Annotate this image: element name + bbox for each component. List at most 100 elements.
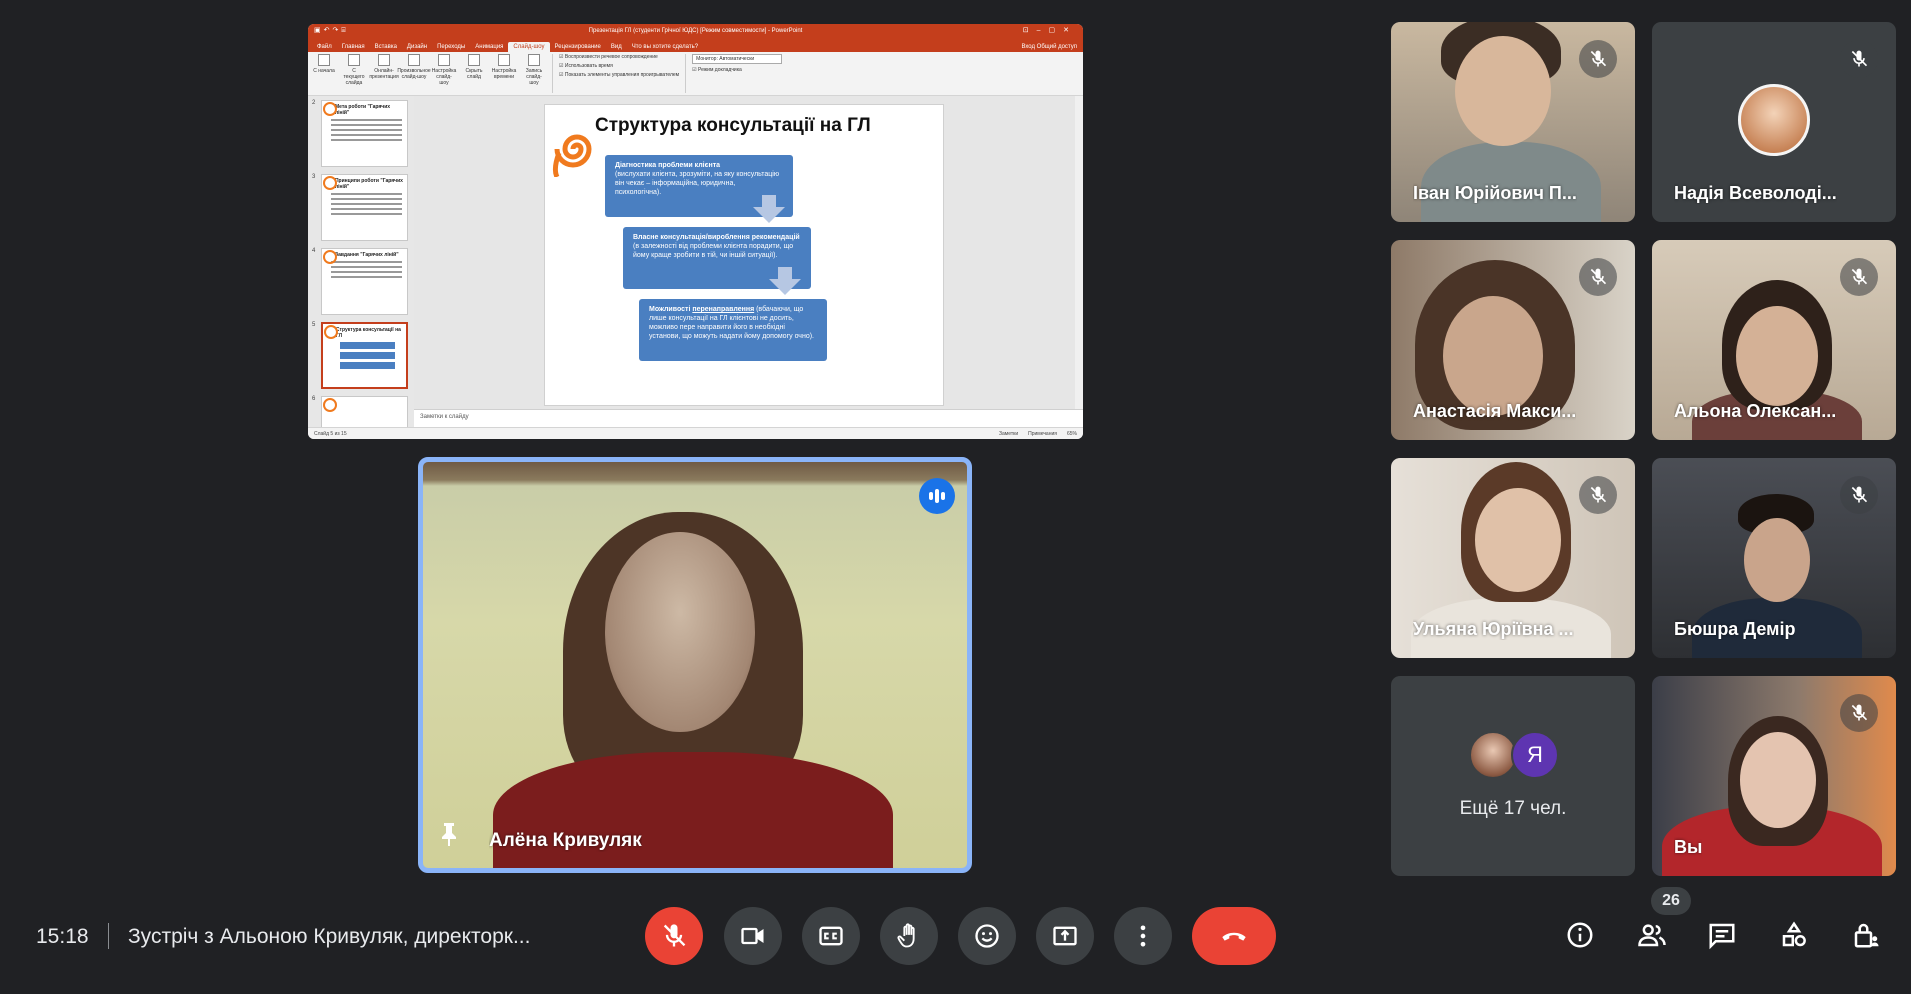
activities-button[interactable] [1770,911,1818,959]
thumbnail-row[interactable]: 3 Принципи роботи "Гарячих ліній" [312,174,408,241]
ribbon-hide-slide-button[interactable]: Скрыть слайд [462,54,486,93]
thumbnail-row[interactable]: 4 Завдання "Гарячих ліній" [312,248,408,315]
ribbon-record-button[interactable]: Запись слайд-шоу [522,54,546,93]
slide-thumbnail[interactable]: Принципи роботи "Гарячих ліній" [320,174,408,241]
chat-icon [1709,923,1735,950]
slide-thumbnail[interactable] [320,396,408,427]
ribbon-checkboxes: Воспроизвести речевое сопровождение Испо… [552,54,679,93]
host-controls-button[interactable] [1842,911,1890,959]
thumbnail-row[interactable]: 6 [312,396,408,427]
notes-field[interactable]: Заметки к слайду [414,409,1083,427]
mic-off-icon [1840,258,1878,296]
participant-tile[interactable]: Анастасія Макси... [1391,240,1635,440]
ribbon-timing-button[interactable]: Настройка времени [492,54,516,93]
emoji-icon [975,924,999,948]
slide-thumbnail-active[interactable]: Структура консультації на ГЛ [320,322,408,389]
ribbon-tabs: Файл Главная Вставка Дизайн Переходы Ани… [308,38,1083,52]
down-arrow-icon [753,195,785,223]
slide-thumbnail[interactable]: Мета роботи "Гарячих ліній" [320,100,408,167]
checkbox-narration[interactable]: Воспроизвести речевое сопровождение [559,54,679,60]
mic-off-icon [1840,476,1878,514]
monitor-select[interactable]: Монитор: Автоматически [692,54,783,64]
ribbon-custom-show-button[interactable]: Произвольное слайд-шоу [397,54,431,93]
ribbon-setup-button[interactable]: Настройка слайд-шоу [432,54,456,93]
swirl-logo-icon [322,102,337,116]
checkbox-controls[interactable]: Показать элементы управления проигрывате… [559,72,679,78]
screen-share-tile[interactable]: ▣↶↷⌸ Презентація ГЛ (студенти Грічної ЮД… [308,24,1083,439]
more-participants-label: Ещё 17 чел. [1459,798,1567,819]
divider [108,923,109,949]
tab-transitions[interactable]: Переходы [432,42,470,52]
reactions-button[interactable] [958,907,1016,965]
participant-name: Альона Олексан... [1674,401,1837,421]
info-icon [1567,922,1593,948]
more-participants-tile[interactable]: Я Ещё 17 чел. [1391,676,1635,876]
speaking-indicator-icon [919,478,955,514]
participant-tile[interactable]: Бюшра Демір [1652,458,1896,658]
setup-icon [438,54,450,66]
record-icon [528,54,540,66]
tell-me-search[interactable]: Что вы хотите сделать? [627,42,703,52]
checkbox-timings[interactable]: Использовать время [559,63,679,69]
current-slide[interactable]: Структура консультації на ГЛ Діагностика… [544,104,944,406]
pin-icon[interactable] [439,821,459,852]
tab-view[interactable]: Вид [606,42,627,52]
tab-file[interactable]: Файл [312,42,337,52]
mic-off-icon [1840,694,1878,732]
window-title: Презентація ГЛ (студенти Грічної ЮДС) [Р… [588,28,803,34]
timer-icon [498,54,510,66]
tab-home[interactable]: Главная [337,42,370,52]
thumbnail-row-active[interactable]: 5 Структура консультації на ГЛ [312,322,408,389]
raise-hand-button[interactable] [880,907,938,965]
tab-insert[interactable]: Вставка [370,42,402,52]
participant-name: Анастасія Макси... [1413,401,1577,421]
captions-button[interactable] [802,907,860,965]
slide-thumbnail[interactable]: Завдання "Гарячих ліній" [320,248,408,315]
step-box-referral: Можливості перенаправлення (вбачаючи, що… [639,299,827,361]
meeting-details-button[interactable] [1556,911,1604,959]
zoom-level[interactable]: 65% [1067,431,1077,437]
call-controls-bar: 15:18 Зустріч з Альоною Кривуляк, директ… [0,895,1911,975]
people-button[interactable] [1628,911,1676,959]
participant-tile[interactable]: Іван Юрійович П... [1391,22,1635,222]
people-icon [1638,924,1666,947]
participant-tile[interactable]: Надія Всеволоді... [1652,22,1896,222]
sign-in-share[interactable]: Вход Общий доступ [1015,42,1083,52]
tab-animations[interactable]: Анимация [470,42,508,52]
comments-toggle[interactable]: Примечания [1028,431,1057,437]
camera-icon [741,927,764,945]
vertical-scrollbar[interactable] [1075,96,1083,427]
tab-slideshow[interactable]: Слайд-шоу [508,42,550,52]
camera-toggle-button[interactable] [724,907,782,965]
tab-design[interactable]: Дизайн [402,42,432,52]
monitor-group: Монитор: Автоматически ☑ Режим докладчик… [685,54,783,93]
quick-access-icons: ▣↶↷⌸ [314,27,349,34]
present-screen-button[interactable] [1036,907,1094,965]
ribbon-online-present-button[interactable]: Онлайн-презентация [369,54,399,93]
speaker-tile[interactable]: Алёна Кривуляк [418,457,972,873]
slide-thumbnails-pane[interactable]: 2 Мета роботи "Гарячих ліній" 3 Принципи… [308,96,414,427]
microphone-toggle-button[interactable] [645,907,703,965]
speaker-name: Алёна Кривуляк [489,830,642,851]
mic-off-icon [1840,40,1878,78]
participant-name: Ульяна Юріївна ... [1413,619,1574,639]
activities-icon [1782,921,1806,947]
avatar [1738,84,1810,156]
more-options-button[interactable] [1114,907,1172,965]
checkbox-presenter-mode[interactable]: ☑ Режим докладчика [692,67,782,73]
slide-counter: Слайд 5 из 15 [314,430,347,437]
ribbon-from-current-button[interactable]: С текущего слайда [342,54,366,93]
mic-off-icon [1579,476,1617,514]
notes-toggle[interactable]: Заметки [999,431,1018,437]
mic-off-icon [663,924,686,947]
leave-call-button[interactable] [1192,907,1276,965]
participant-tile[interactable]: Ульяна Юріївна ... [1391,458,1635,658]
thumbnail-row[interactable]: 2 Мета роботи "Гарячих ліній" [312,100,408,167]
tab-review[interactable]: Рецензирование [550,42,606,52]
participant-name: Вы [1674,837,1703,857]
ribbon-from-start-button[interactable]: С начала [312,54,336,93]
powerpoint-workspace: 2 Мета роботи "Гарячих ліній" 3 Принципи… [308,96,1083,427]
self-view-tile[interactable]: Вы [1652,676,1896,876]
chat-button[interactable] [1698,911,1746,959]
participant-tile[interactable]: Альона Олексан... [1652,240,1896,440]
